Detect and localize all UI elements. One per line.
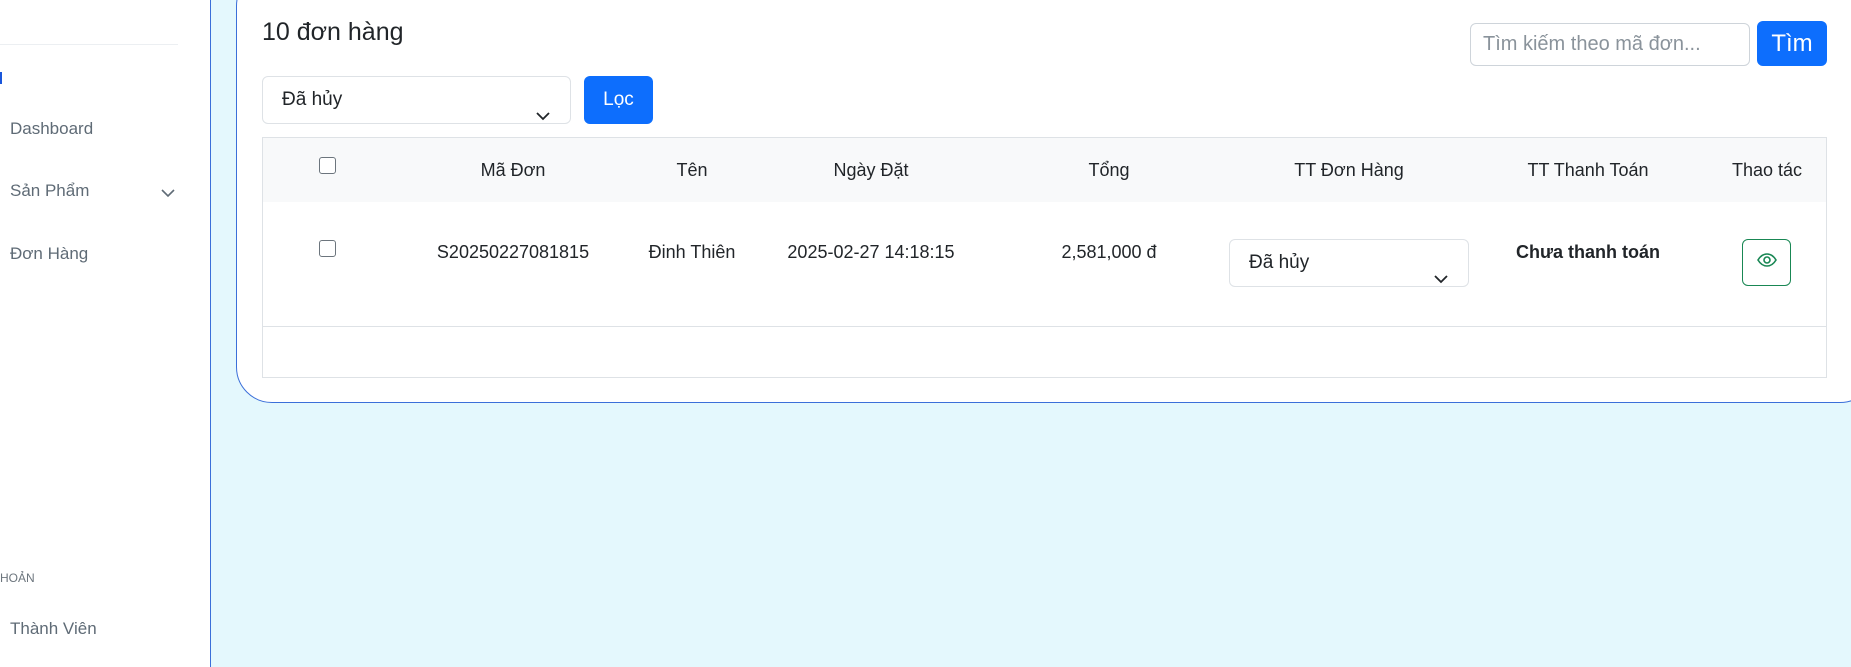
- header-order-status: TT Đơn Hàng: [1294, 160, 1404, 180]
- sidebar-item-dashboard[interactable]: Dashboard: [10, 119, 93, 139]
- sidebar-active-indicator: [0, 72, 2, 84]
- row-checkbox[interactable]: [319, 240, 336, 257]
- sidebar-item-members[interactable]: Thành Viên: [10, 619, 97, 639]
- payment-status: Chưa thanh toán: [1515, 242, 1661, 262]
- status-filter-select[interactable]: Đã hủy: [262, 76, 571, 124]
- order-date: 2025-02-27 14:18:15: [787, 242, 955, 262]
- search-button[interactable]: Tìm: [1757, 21, 1827, 66]
- header-total: Tổng: [1088, 160, 1130, 180]
- chevron-down-icon: [1434, 256, 1448, 302]
- view-order-button[interactable]: [1742, 239, 1791, 286]
- sidebar-item-orders[interactable]: Đơn Hàng: [10, 244, 88, 264]
- order-status-select[interactable]: Đã hủy: [1229, 239, 1469, 287]
- sidebar-item-products[interactable]: Sản Phẩm: [10, 181, 175, 201]
- table-header: Mã Đơn Tên Ngày Đặt Tổng TT Đơn Hàng TT …: [263, 138, 1826, 202]
- chevron-down-icon: [161, 183, 175, 203]
- sidebar-item-label: Sản Phẩm: [10, 181, 90, 200]
- row-divider: [263, 326, 1826, 327]
- header-actions: Thao tác: [1731, 160, 1803, 180]
- order-total: 2,581,000 đ: [1061, 242, 1157, 262]
- header-name: Tên: [676, 160, 708, 180]
- filter-button[interactable]: Lọc: [584, 76, 653, 124]
- order-code: S20250227081815: [436, 242, 590, 262]
- header-order-code: Mã Đơn: [480, 160, 546, 180]
- sidebar-item-label: Dashboard: [10, 119, 94, 138]
- header-order-date: Ngày Đặt: [833, 160, 909, 180]
- order-status-value: Đã hủy: [1249, 252, 1310, 273]
- search-input[interactable]: [1470, 23, 1750, 66]
- sidebar: Dashboard Sản Phẩm Đơn Hàng HOẢN Thành V…: [0, 0, 211, 667]
- select-all-checkbox[interactable]: [319, 157, 336, 174]
- page-title: 10 đơn hàng: [262, 18, 404, 46]
- chevron-down-icon: [536, 93, 550, 139]
- sidebar-divider: [0, 44, 178, 45]
- orders-table: Mã Đơn Tên Ngày Đặt Tổng TT Đơn Hàng TT …: [262, 137, 1827, 378]
- eye-icon: [1756, 253, 1777, 272]
- customer-name: Đinh Thiên: [648, 242, 736, 262]
- sidebar-section-label: HOẢN: [0, 571, 35, 585]
- header-payment-status: TT Thanh Toán: [1527, 160, 1649, 180]
- status-filter-value: Đã hủy: [282, 89, 343, 110]
- sidebar-item-label: Thành Viên: [10, 619, 97, 638]
- sidebar-item-label: Đơn Hàng: [10, 244, 89, 263]
